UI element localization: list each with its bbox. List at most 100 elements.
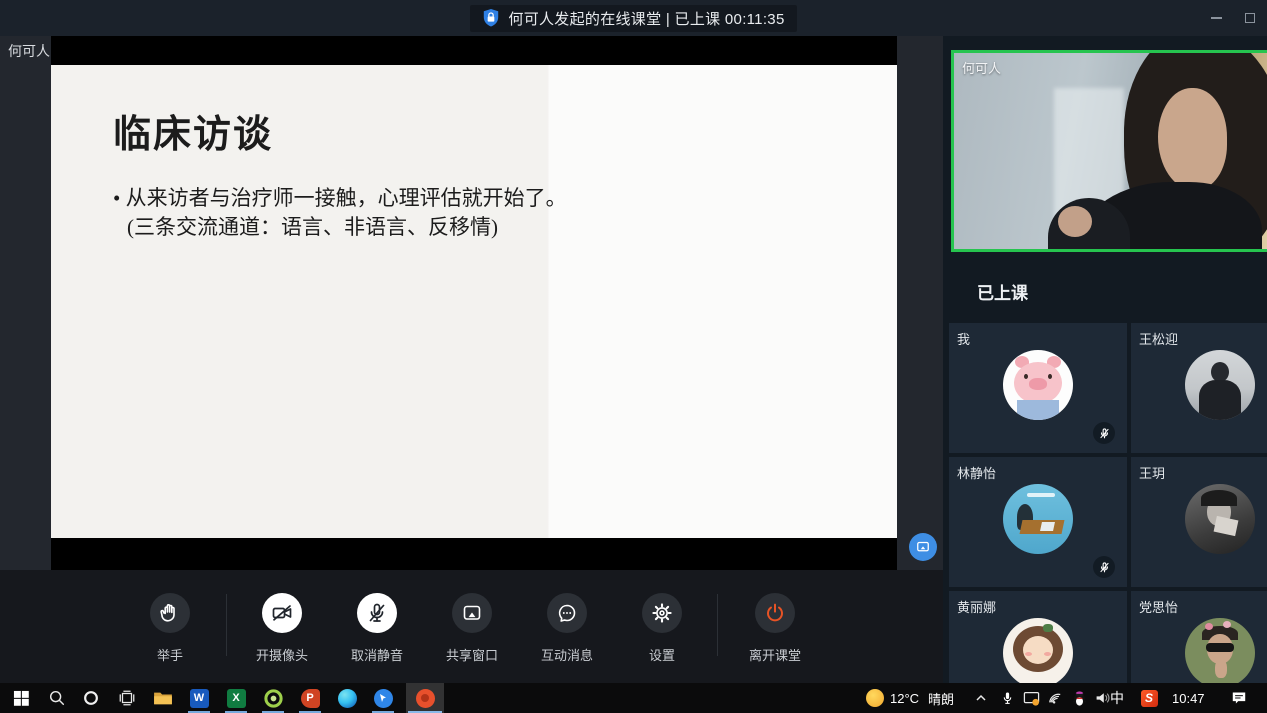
- tray-sogou[interactable]: S: [1130, 683, 1168, 713]
- leave-class-label: 离开课堂: [735, 645, 815, 664]
- toolbar-separator: [717, 594, 718, 656]
- search-button[interactable]: [38, 683, 76, 713]
- camera-on-button[interactable]: 开摄像头: [242, 570, 322, 683]
- powerpoint-button[interactable]: P: [291, 683, 329, 713]
- task-view-icon: [118, 689, 136, 707]
- sun-weather-icon: [866, 689, 884, 707]
- chevron-up-icon: [975, 692, 987, 704]
- file-explorer-icon: [153, 690, 173, 706]
- weather-temp[interactable]: 12°C: [890, 683, 919, 713]
- powerpoint-icon: P: [301, 689, 320, 708]
- chat-message-button[interactable]: 互动消息: [527, 570, 607, 683]
- mic-off-icon: [365, 601, 389, 625]
- speaker-icon: [1095, 691, 1111, 705]
- windows-taskbar: W X P: [0, 683, 1267, 713]
- search-icon: [48, 689, 66, 707]
- teacher-name-label: 何可人: [962, 58, 1001, 77]
- teacher-video-tile[interactable]: 何可人: [951, 50, 1267, 252]
- window-title: 何可人发起的在线课堂 | 已上课 00:11:35: [508, 8, 784, 29]
- file-explorer-button[interactable]: [144, 683, 182, 713]
- classroom-app-icon: [416, 689, 435, 708]
- unmute-label: 取消静音: [337, 645, 417, 664]
- window-controls: [1199, 0, 1267, 36]
- slide: 临床访谈 • 从来访者与治疗师一接触，心理评估就开始了。 (三条交流通道：语言、…: [51, 65, 897, 538]
- edge-icon: [338, 689, 357, 708]
- shared-screen-area: 临床访谈 • 从来访者与治疗师一接触，心理评估就开始了。 (三条交流通道：语言、…: [51, 36, 897, 570]
- action-center-button[interactable]: [1220, 683, 1258, 713]
- excel-icon: X: [227, 689, 246, 708]
- class-status-heading: 已上课: [977, 279, 1028, 304]
- maximize-button[interactable]: [1233, 0, 1267, 36]
- participant-name: 党思怡: [1139, 597, 1178, 616]
- leave-class-button[interactable]: 离开课堂: [735, 570, 815, 683]
- raise-hand-icon: [158, 601, 182, 625]
- participant-name: 林静怡: [957, 463, 996, 482]
- task-view-button[interactable]: [108, 683, 146, 713]
- participant-tile-me[interactable]: 我: [949, 323, 1127, 453]
- participant-tile[interactable]: 王玥: [1131, 457, 1267, 587]
- mic-muted-icon: [1093, 556, 1115, 578]
- cortana-icon: [82, 689, 100, 707]
- weather-button[interactable]: [856, 683, 894, 713]
- presentation-stage: 何可人 临床访谈 • 从来访者与治疗师一接触，心理评估就开始了。 (三条交流通道…: [0, 36, 943, 570]
- raise-hand-button[interactable]: 举手: [130, 570, 210, 683]
- chat-message-icon: [555, 601, 579, 625]
- online-classroom-window: 何可人发起的在线课堂 | 已上课 00:11:35 何可人 临床访谈 • 从来访…: [0, 0, 1267, 713]
- word-icon: W: [190, 689, 209, 708]
- word-button[interactable]: W: [180, 683, 218, 713]
- share-screen-float-button[interactable]: [909, 533, 937, 561]
- study-photo-avatar: [1003, 484, 1073, 554]
- sogou-input-icon: S: [1141, 690, 1158, 707]
- windows-start-icon: [13, 690, 30, 707]
- edge-button[interactable]: [328, 683, 366, 713]
- chat-message-label: 互动消息: [527, 645, 607, 664]
- sunglasses-photo-avatar: [1185, 618, 1255, 683]
- participant-tile[interactable]: 王松迎: [1131, 323, 1267, 453]
- camera-on-label: 开摄像头: [242, 645, 322, 664]
- participant-name: 我: [957, 329, 970, 348]
- slide-bullet-line1: • 从来访者与治疗师一接触，心理评估就开始了。: [113, 184, 567, 213]
- presenter-name-label: 何可人: [8, 41, 50, 61]
- start-button[interactable]: [2, 683, 40, 713]
- slide-title: 临床访谈: [113, 103, 273, 158]
- participant-tile[interactable]: 黄丽娜: [949, 591, 1127, 683]
- photo-avatar: [1185, 350, 1255, 420]
- settings-button[interactable]: 设置: [622, 570, 702, 683]
- classroom-pointer-button[interactable]: [364, 683, 402, 713]
- cartoon-girl-avatar: [1003, 618, 1073, 683]
- toolbar-separator: [226, 594, 227, 656]
- control-toolbar: 举手 开摄像头 取消静音: [0, 570, 943, 683]
- excel-button[interactable]: X: [217, 683, 255, 713]
- participant-name: 王松迎: [1139, 329, 1178, 348]
- settings-label: 设置: [622, 645, 702, 664]
- green-browser-icon: [264, 689, 283, 708]
- raise-hand-label: 举手: [130, 645, 210, 664]
- ime-indicator[interactable]: 中: [1110, 683, 1124, 713]
- share-window-icon: [460, 601, 484, 625]
- settings-gear-icon: [650, 601, 674, 625]
- shield-lock-icon: [482, 8, 500, 28]
- classroom-pointer-icon: [374, 689, 393, 708]
- minimize-button[interactable]: [1199, 0, 1233, 36]
- share-window-label: 共享窗口: [432, 645, 512, 664]
- pig-cartoon-avatar: [1003, 350, 1073, 420]
- cortana-button[interactable]: [72, 683, 110, 713]
- titlebar: 何可人发起的在线课堂 | 已上课 00:11:35: [0, 0, 1267, 36]
- bw-photo-avatar: [1185, 484, 1255, 554]
- power-icon: [763, 601, 787, 625]
- participant-tile[interactable]: 党思怡: [1131, 591, 1267, 683]
- participant-name: 黄丽娜: [957, 597, 996, 616]
- classroom-app-button[interactable]: [406, 683, 444, 713]
- participant-tile[interactable]: 林静怡: [949, 457, 1127, 587]
- weather-desc[interactable]: 晴朗: [928, 683, 954, 713]
- participant-name: 王玥: [1139, 463, 1165, 482]
- mic-muted-icon: [1093, 422, 1115, 444]
- clock[interactable]: 10:47: [1172, 683, 1205, 713]
- browser-360-button[interactable]: [254, 683, 292, 713]
- unmute-button[interactable]: 取消静音: [337, 570, 417, 683]
- share-window-button[interactable]: 共享窗口: [432, 570, 512, 683]
- window-title-group: 何可人发起的在线课堂 | 已上课 00:11:35: [470, 5, 796, 32]
- action-center-icon: [1231, 691, 1247, 705]
- share-screen-icon: [914, 538, 932, 556]
- slide-bullet-line2: (三条交流通道：语言、非语言、反移情): [127, 213, 498, 242]
